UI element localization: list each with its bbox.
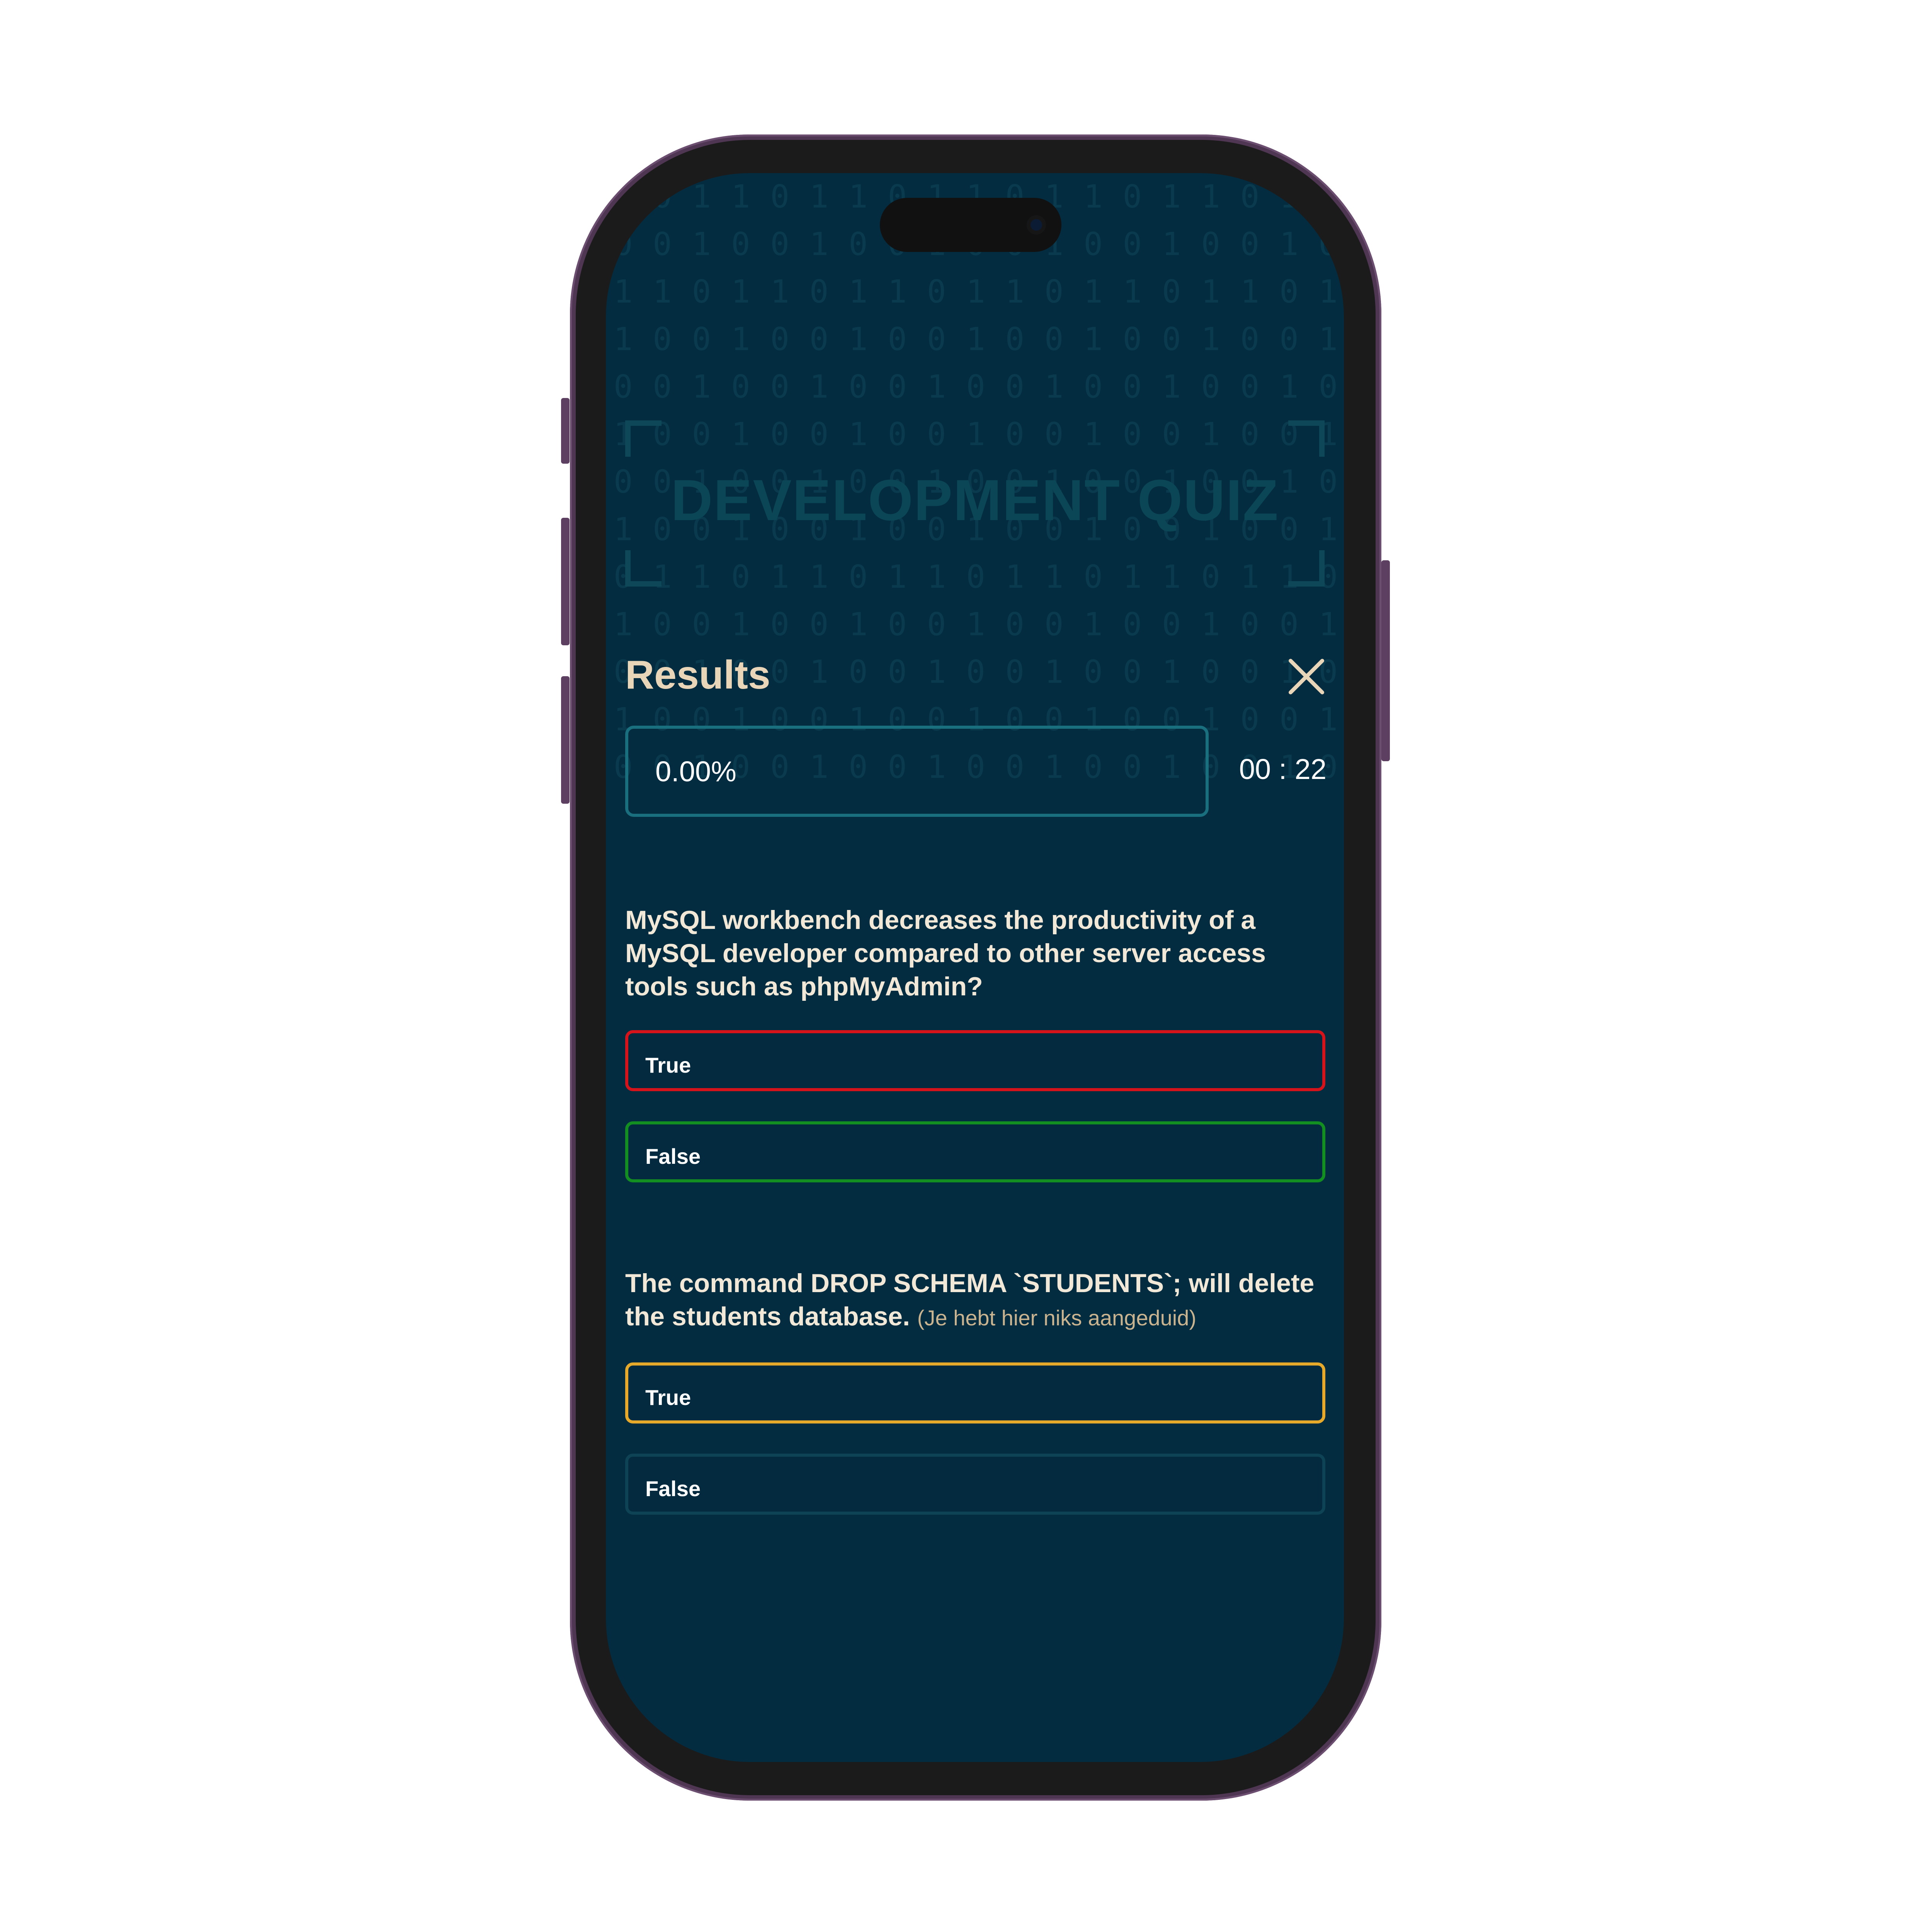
frame-corner-bottom-left bbox=[625, 550, 662, 587]
timer: 00 : 22 bbox=[1239, 753, 1327, 785]
question-2-text: The command DROP SCHEMA `STUDENTS`; will… bbox=[625, 1267, 1317, 1335]
option-label: False bbox=[645, 1476, 701, 1501]
camera-icon bbox=[1027, 215, 1046, 235]
power-button bbox=[1381, 560, 1390, 761]
frame-corner-top-left bbox=[625, 420, 662, 457]
question-1-option-true[interactable]: True bbox=[625, 1030, 1325, 1091]
quiz-header: DEVELOPMENT QUIZ bbox=[625, 420, 1325, 587]
dynamic-island bbox=[880, 198, 1061, 252]
question-1-option-false[interactable]: False bbox=[625, 1121, 1325, 1182]
volume-up-button bbox=[561, 518, 570, 645]
option-label: True bbox=[645, 1385, 691, 1410]
close-button[interactable] bbox=[1285, 655, 1328, 698]
results-title: Results bbox=[625, 653, 770, 697]
question-1-text: MySQL workbench decreases the productivi… bbox=[625, 903, 1317, 1003]
app-screen: 1011011011011011011011011 00100100100100… bbox=[606, 173, 1344, 1762]
close-icon bbox=[1289, 659, 1324, 694]
score-percentage: 0.00% bbox=[655, 755, 736, 787]
volume-down-button bbox=[561, 676, 570, 804]
question-2-option-false[interactable]: False bbox=[625, 1454, 1325, 1515]
action-button bbox=[561, 398, 570, 464]
frame-corner-bottom-right bbox=[1288, 550, 1325, 587]
score-box: 0.00% bbox=[625, 726, 1209, 817]
question-2-option-true[interactable]: True bbox=[625, 1362, 1325, 1423]
question-1-label: MySQL workbench decreases the productivi… bbox=[625, 905, 1266, 1001]
unanswered-note: (Je hebt hier niks aangeduid) bbox=[917, 1306, 1196, 1330]
frame-corner-top-right bbox=[1288, 420, 1325, 457]
option-label: False bbox=[645, 1144, 701, 1168]
quiz-title: DEVELOPMENT QUIZ bbox=[671, 468, 1279, 532]
option-label: True bbox=[645, 1053, 691, 1077]
